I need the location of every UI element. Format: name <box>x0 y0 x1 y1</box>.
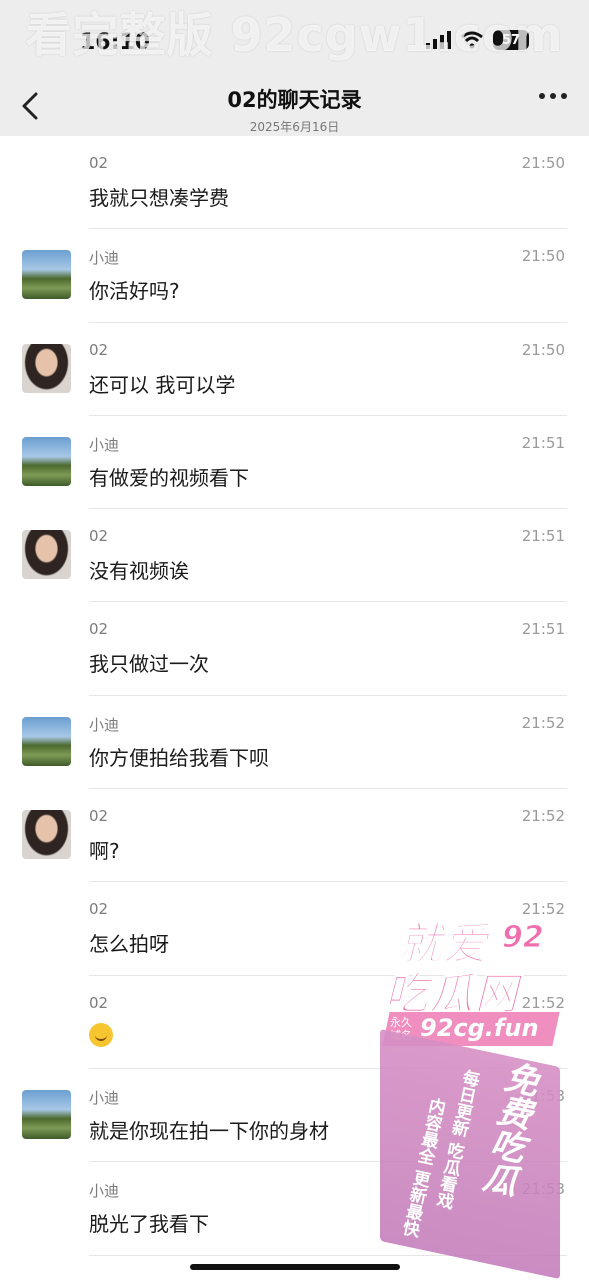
message-text: 你活好吗? <box>89 279 180 304</box>
message-text: 怎么拍呀 <box>89 932 169 957</box>
message-item[interactable]: 02 21:52 啊? <box>0 789 589 883</box>
sender-name: 小迪 <box>89 249 120 268</box>
message-item[interactable]: 02 21:51 我只做过一次 <box>0 602 589 696</box>
message-text: 你方便拍给我看下呗 <box>89 745 269 770</box>
message-item[interactable]: 小迪 21:52 你方便拍给我看下呗 <box>0 696 589 790</box>
message-text: 我只做过一次 <box>89 652 209 677</box>
dot-icon <box>561 93 567 99</box>
sender-name: 02 <box>89 527 109 546</box>
message-item[interactable]: 小迪 21:51 有做爱的视频看下 <box>0 416 589 510</box>
message-item[interactable]: 02 21:51 没有视频诶 <box>0 509 589 603</box>
sender-name: 02 <box>89 154 109 172</box>
avatar[interactable] <box>22 250 71 300</box>
sender-name: 02 <box>89 807 109 826</box>
top-bar: 16:10 57 看完整版 92cgw1.com 02的聊天记录 2025年6月… <box>0 0 589 136</box>
message-time: 21:50 <box>521 247 565 266</box>
ad-domain[interactable]: 92cg.fun <box>420 1014 539 1042</box>
laughing-crying-emoji-icon <box>89 1023 113 1048</box>
chat-title: 02的聊天记录 <box>227 88 362 112</box>
sender-name: 02 <box>89 340 109 359</box>
sender-name: 02 <box>89 620 109 639</box>
message-text: 就是你现在拍一下你的身材 <box>89 1118 329 1143</box>
message-text: 啊? <box>89 839 120 864</box>
message-time: 21:52 <box>521 713 565 732</box>
message-time: 21:51 <box>521 620 565 639</box>
message-text: 脱光了我看下 <box>89 1212 209 1237</box>
message-item[interactable]: 02 21:50 还可以 我可以学 <box>0 323 589 416</box>
message-item[interactable]: 02 21:50 我就只想凑学费 <box>0 136 589 230</box>
message-item[interactable]: 小迪 21:50 你活好吗? <box>0 229 589 323</box>
watermark-text: 看完整版 92cgw1.com <box>25 8 564 62</box>
sender-name: 小迪 <box>89 1182 120 1201</box>
home-indicator[interactable] <box>190 1264 400 1270</box>
header-title-block: 02的聊天记录 2025年6月16日 <box>0 84 589 135</box>
message-time: 21:50 <box>521 340 565 359</box>
chat-date: 2025年6月16日 <box>249 120 340 134</box>
message-text: 我就只想凑学费 <box>89 186 229 210</box>
avatar[interactable] <box>22 530 71 580</box>
message-text: 有做爱的视频看下 <box>89 465 249 490</box>
message-text: 还可以 我可以学 <box>89 372 236 397</box>
avatar[interactable] <box>22 810 71 860</box>
sender-name: 02 <box>89 993 109 1012</box>
sender-name: 小迪 <box>89 1088 120 1107</box>
message-time: 21:51 <box>521 527 565 546</box>
ad-overlay[interactable]: 就爱 92 吃瓜网 永久域名 92cg.fun 免费吃瓜 每日更新 吃瓜看戏 内… <box>352 900 572 1280</box>
more-options-button[interactable] <box>539 93 567 99</box>
avatar[interactable] <box>22 1089 71 1139</box>
message-text: 没有视频诶 <box>89 559 189 584</box>
message-time: 21:50 <box>521 154 565 172</box>
sender-name: 02 <box>89 900 109 919</box>
sender-name: 小迪 <box>89 435 120 454</box>
message-text <box>89 1022 113 1048</box>
ad-number: 92 <box>502 920 545 956</box>
dot-icon <box>539 93 545 99</box>
avatar[interactable] <box>22 436 71 486</box>
message-time: 21:51 <box>521 433 565 452</box>
message-time: 21:52 <box>521 807 565 826</box>
sender-name: 小迪 <box>89 715 120 734</box>
dot-icon <box>550 93 556 99</box>
avatar[interactable] <box>22 716 71 766</box>
avatar[interactable] <box>22 343 71 393</box>
